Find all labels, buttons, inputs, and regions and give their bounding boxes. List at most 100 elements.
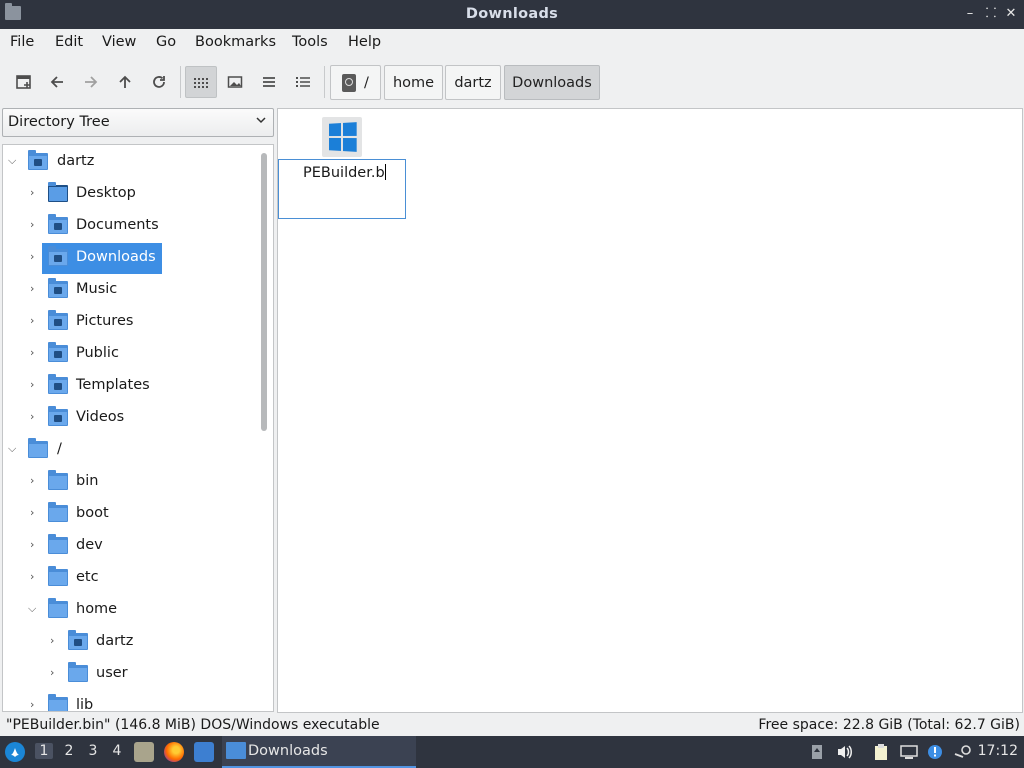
menu-tools[interactable]: Tools: [292, 34, 328, 50]
removable-drive-icon[interactable]: [808, 743, 826, 761]
toolbar-separator: [324, 66, 325, 98]
chevron-down-icon[interactable]: ⌵: [8, 443, 18, 454]
side-pane-mode-label: Directory Tree: [8, 114, 110, 130]
up-arrow-icon[interactable]: [109, 66, 141, 98]
tree-node-pictures[interactable]: › Pictures: [3, 308, 263, 338]
templates-folder-icon: [48, 374, 68, 394]
tree-node-videos[interactable]: › Videos: [3, 404, 263, 434]
update-notifier-icon[interactable]: [926, 743, 944, 761]
breadcrumb-dartz[interactable]: dartz: [445, 65, 501, 100]
file-view[interactable]: PEBuilder.b: [277, 108, 1023, 713]
chevron-right-icon[interactable]: ›: [50, 667, 60, 678]
detailed-list-view-icon[interactable]: [287, 66, 319, 98]
restore-button[interactable]: ⸬: [983, 5, 999, 23]
chevron-down-icon: [255, 114, 267, 129]
new-tab-icon[interactable]: [8, 66, 40, 98]
workspace-1[interactable]: 1: [35, 743, 53, 759]
breadcrumb-home[interactable]: home: [384, 65, 443, 100]
chevron-right-icon[interactable]: ›: [30, 347, 40, 358]
chevron-right-icon[interactable]: ›: [30, 187, 40, 198]
tree-node-downloads[interactable]: › Downloads: [3, 243, 263, 274]
minimize-button[interactable]: –: [962, 5, 978, 23]
tree-node-music[interactable]: › Music: [3, 276, 263, 306]
chevron-right-icon[interactable]: ›: [30, 539, 40, 550]
thumbnail-view-icon[interactable]: [219, 66, 251, 98]
tree-node-home-dartz[interactable]: › dartz: [3, 628, 263, 658]
windows-executable-icon[interactable]: [322, 117, 362, 157]
file-manager-launcher-icon[interactable]: [134, 742, 154, 762]
chevron-right-icon[interactable]: ›: [30, 411, 40, 422]
chevron-right-icon[interactable]: ›: [30, 507, 40, 518]
steam-icon[interactable]: [954, 743, 972, 761]
chevron-right-icon[interactable]: ›: [30, 283, 40, 294]
tree-node-documents[interactable]: › Documents: [3, 212, 263, 242]
chevron-down-icon[interactable]: ⌵: [8, 155, 18, 166]
breadcrumb-downloads[interactable]: Downloads: [504, 65, 600, 100]
text-caret: [384, 164, 386, 180]
workspace-3[interactable]: 3: [84, 743, 102, 759]
tree-node-label: bin: [76, 473, 99, 489]
chevron-down-icon[interactable]: ⌵: [28, 603, 38, 614]
tree-node-user[interactable]: › user: [3, 660, 263, 690]
breadcrumb-root[interactable]: /: [330, 65, 381, 100]
music-folder-icon: [48, 278, 68, 298]
rename-input[interactable]: PEBuilder.b: [278, 159, 406, 219]
tree-node-dev[interactable]: › dev: [3, 532, 263, 562]
window-titlebar[interactable]: Downloads – ⸬ ✕: [0, 0, 1024, 29]
chevron-right-icon[interactable]: ›: [50, 635, 60, 646]
network-icon[interactable]: [900, 743, 918, 761]
tree-node-boot[interactable]: › boot: [3, 500, 263, 530]
tree-node-label: user: [96, 665, 128, 681]
tree-node-label: dartz: [57, 153, 95, 169]
tree-node-label: boot: [76, 505, 109, 521]
compact-view-icon[interactable]: [253, 66, 285, 98]
menu-bookmarks[interactable]: Bookmarks: [195, 34, 276, 50]
menu-file[interactable]: File: [10, 34, 34, 50]
tree-node-lib[interactable]: › lib: [3, 692, 263, 712]
tree-node-dartz[interactable]: ⌵ dartz: [3, 148, 263, 178]
clock: 17:12: [977, 743, 1018, 759]
chevron-right-icon[interactable]: ›: [30, 699, 40, 710]
chevron-right-icon[interactable]: ›: [30, 379, 40, 390]
chevron-right-icon[interactable]: ›: [30, 251, 40, 262]
menu-edit[interactable]: Edit: [55, 34, 83, 50]
tree-node-home[interactable]: ⌵ home: [3, 596, 263, 626]
tree-node-label: dartz: [96, 633, 134, 649]
chevron-right-icon[interactable]: ›: [30, 475, 40, 486]
menu-go[interactable]: Go: [156, 34, 176, 50]
folder-icon: [226, 742, 246, 759]
status-bar: "PEBuilder.bin" (146.8 MiB) DOS/Windows …: [0, 714, 1024, 736]
workspace-2[interactable]: 2: [60, 743, 78, 759]
menu-help[interactable]: Help: [348, 34, 381, 50]
forward-arrow-icon[interactable]: [75, 66, 107, 98]
desktop-launcher-icon[interactable]: [194, 742, 214, 762]
menu-view[interactable]: View: [102, 34, 136, 50]
tree-node-label: /: [57, 441, 62, 457]
side-pane-mode-select[interactable]: Directory Tree: [2, 108, 274, 137]
tree-node-bin[interactable]: › bin: [3, 468, 263, 498]
tree-node-label: Videos: [76, 409, 125, 425]
tree-node-desktop[interactable]: › Desktop: [3, 180, 263, 210]
tree-node-label: lib: [76, 697, 94, 712]
start-menu-icon[interactable]: [5, 742, 25, 762]
tree-node-public[interactable]: › Public: [3, 340, 263, 370]
tree-node-root[interactable]: ⌵ /: [3, 436, 263, 466]
folder-icon: [48, 470, 68, 490]
workspace-4[interactable]: 4: [108, 743, 126, 759]
volume-icon[interactable]: [836, 743, 854, 761]
chevron-right-icon[interactable]: ›: [30, 571, 40, 582]
icon-view-icon[interactable]: [185, 66, 217, 98]
back-arrow-icon[interactable]: [41, 66, 73, 98]
directory-tree[interactable]: ⌵ dartz › Desktop › Documents › Download…: [2, 144, 274, 712]
downloads-folder-icon: [48, 246, 68, 266]
clipboard-icon[interactable]: [872, 743, 890, 761]
reload-icon[interactable]: [143, 66, 175, 98]
status-selection-info: "PEBuilder.bin" (146.8 MiB) DOS/Windows …: [6, 717, 380, 733]
tree-node-etc[interactable]: › etc: [3, 564, 263, 594]
taskbar-task-downloads[interactable]: Downloads: [222, 736, 416, 768]
chevron-right-icon[interactable]: ›: [30, 315, 40, 326]
close-button[interactable]: ✕: [1003, 5, 1019, 23]
tree-node-templates[interactable]: › Templates: [3, 372, 263, 402]
chevron-right-icon[interactable]: ›: [30, 219, 40, 230]
firefox-launcher-icon[interactable]: [164, 742, 184, 762]
